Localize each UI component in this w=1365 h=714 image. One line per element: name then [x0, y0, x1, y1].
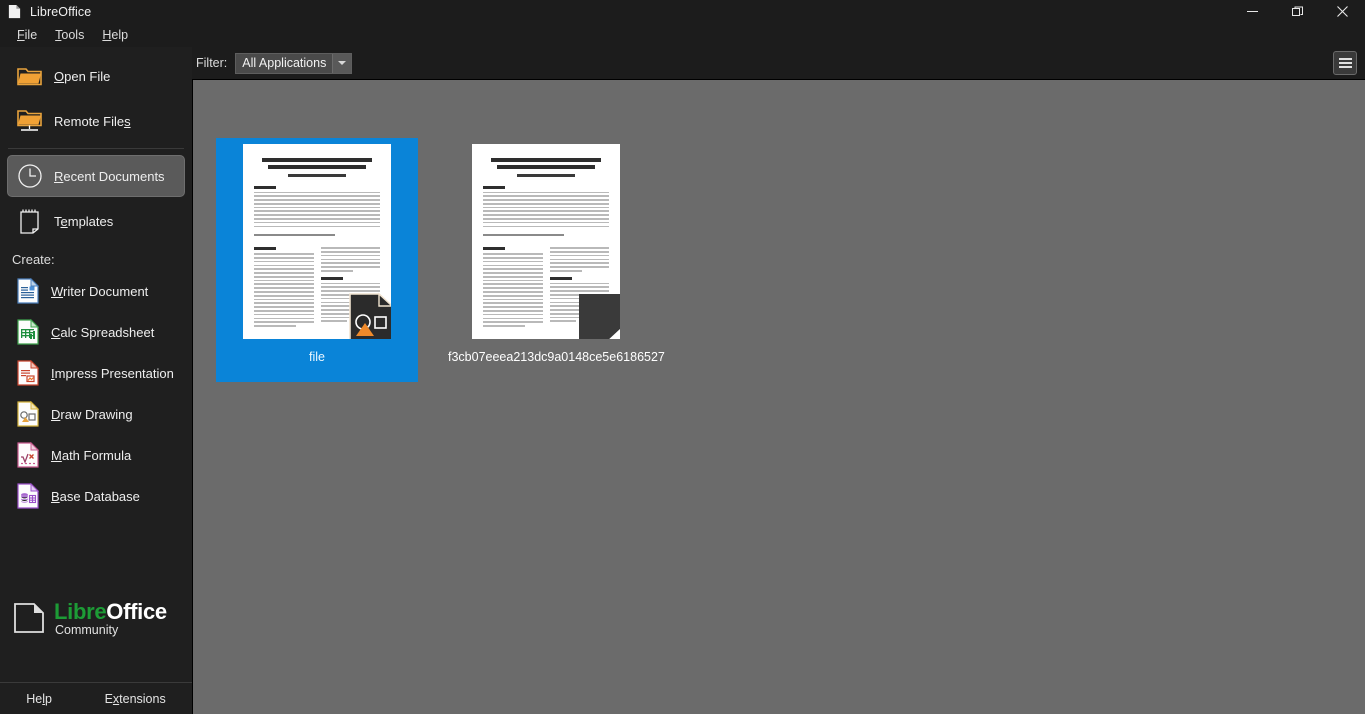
close-button[interactable] — [1320, 0, 1365, 23]
create-calc-label: Calc Spreadsheet — [51, 325, 154, 340]
impress-doc-icon — [15, 360, 41, 386]
sidebar-item-remote-files[interactable]: Remote Files — [7, 100, 185, 142]
calc-doc-icon — [15, 319, 41, 345]
recent-documents-area: file f3cb07eeea213dc9a0148ce5e6186527 — [192, 79, 1365, 714]
draw-doc-icon — [15, 401, 41, 427]
app-icon — [7, 4, 22, 19]
draw-accel: D — [51, 406, 61, 422]
templates-accel: e — [60, 213, 68, 229]
sidebar-bottom-bar: Help Extensions — [0, 682, 192, 714]
writer-doc-icon — [15, 278, 41, 304]
sidebar-item-remote-files-label: Remote Files — [54, 114, 131, 129]
create-base-label: Base Database — [51, 489, 140, 504]
create-writer-document[interactable]: Writer Document — [7, 271, 185, 311]
remote-folder-icon — [16, 107, 44, 135]
sidebar-item-open-file[interactable]: Open File — [7, 55, 185, 97]
math-doc-icon — [15, 442, 41, 468]
create-calc-spreadsheet[interactable]: Calc Spreadsheet — [7, 312, 185, 352]
menu-help-rest: elp — [111, 28, 129, 42]
sidebar-item-recent-documents-label: Recent Documents — [54, 169, 165, 184]
brand-community: Community — [55, 622, 119, 637]
sidebar-item-open-file-label: Open File — [54, 69, 110, 84]
calc-rest: alc Spreadsheet — [60, 324, 155, 340]
create-writer-label: Writer Document — [51, 284, 148, 299]
sidebar: Open File Remote Files Recent Documents — [0, 47, 192, 714]
impress-rest: mpress Presentation — [54, 365, 174, 381]
open-file-accel: O — [54, 68, 65, 84]
sidebar-divider — [8, 148, 184, 149]
generic-document-icon — [577, 292, 620, 339]
help-pre: He — [26, 691, 43, 706]
window-controls — [1230, 0, 1365, 23]
menu-tools-rest: ools — [61, 28, 85, 42]
extensions-button[interactable]: Extensions — [95, 688, 176, 710]
chevron-down-icon[interactable] — [332, 53, 352, 73]
help-button[interactable]: Help — [16, 688, 62, 710]
math-accel: M — [51, 447, 62, 463]
remote-files-accel: s — [124, 113, 131, 129]
recent-docs-accel: R — [54, 168, 64, 184]
window-title: LibreOffice — [30, 4, 92, 19]
brand-logo: LibreOffice Community — [0, 598, 192, 637]
document-thumbnail-grid: file f3cb07eeea213dc9a0148ce5e6186527 — [193, 80, 1365, 382]
help-rest: p — [45, 691, 52, 706]
math-rest: ath Formula — [61, 447, 132, 463]
create-math-formula[interactable]: Math Formula — [7, 435, 185, 475]
create-draw-label: Draw Drawing — [51, 407, 133, 422]
create-base-database[interactable]: Base Database — [7, 476, 185, 516]
menu-tools[interactable]: Tools — [46, 25, 93, 45]
open-file-rest: pen File — [64, 68, 111, 84]
menu-file-rest: ile — [24, 28, 38, 42]
writer-accel: W — [51, 283, 64, 299]
filter-label: Filter: — [196, 56, 228, 70]
document-thumbnail-file[interactable]: file — [216, 138, 418, 382]
clock-icon — [16, 162, 44, 190]
title-bar: LibreOffice — [0, 0, 1365, 23]
menu-bar: File Tools Help — [0, 23, 1365, 47]
create-impress-label: Impress Presentation — [51, 366, 174, 381]
hamburger-list-icon — [1338, 56, 1352, 70]
sidebar-item-templates[interactable]: Templates — [7, 200, 185, 242]
remote-files-pre: Remote File — [54, 113, 125, 129]
calc-accel: C — [51, 324, 61, 340]
view-mode-button[interactable] — [1333, 51, 1357, 75]
create-math-label: Math Formula — [51, 448, 131, 463]
document-preview — [243, 144, 391, 339]
folder-icon — [16, 62, 44, 90]
ext-pre: E — [104, 691, 113, 706]
brand-office: Office — [106, 598, 167, 624]
create-draw-drawing[interactable]: Draw Drawing — [7, 394, 185, 434]
draw-document-icon — [348, 292, 391, 339]
menu-file-accel: F — [17, 28, 25, 42]
base-rest: ase Database — [59, 488, 140, 504]
libreoffice-logo-icon — [12, 601, 46, 635]
document-name: f3cb07eeea213dc9a0148ce5e6186527 — [448, 350, 665, 364]
filter-toolbar: Filter: All Applications — [192, 47, 1365, 79]
ext-rest: tensions — [119, 691, 166, 706]
brand-wordmark: LibreOffice Community — [54, 598, 167, 637]
writer-rest: riter Document — [63, 283, 149, 299]
document-thumbnail-hash[interactable]: f3cb07eeea213dc9a0148ce5e6186527 — [445, 138, 665, 382]
minimize-button[interactable] — [1230, 0, 1275, 23]
sidebar-item-recent-documents[interactable]: Recent Documents — [7, 155, 185, 197]
document-name: file — [309, 350, 325, 364]
brand-libre: Libre — [54, 598, 107, 624]
filter-selected-value: All Applications — [236, 53, 333, 73]
create-impress-presentation[interactable]: Impress Presentation — [7, 353, 185, 393]
templates-rest: mplates — [67, 213, 114, 229]
notepad-icon — [16, 207, 44, 235]
document-preview — [472, 144, 620, 339]
menu-help[interactable]: Help — [93, 25, 137, 45]
sidebar-item-templates-label: Templates — [54, 214, 113, 229]
base-accel: B — [51, 488, 60, 504]
recent-docs-rest: ecent Documents — [63, 168, 165, 184]
filter-combobox[interactable]: All Applications — [235, 52, 353, 74]
create-section-label: Create: — [12, 252, 55, 267]
base-doc-icon — [15, 483, 41, 509]
menu-file[interactable]: File — [8, 25, 46, 45]
restore-button[interactable] — [1275, 0, 1320, 23]
draw-rest: raw Drawing — [60, 406, 133, 422]
